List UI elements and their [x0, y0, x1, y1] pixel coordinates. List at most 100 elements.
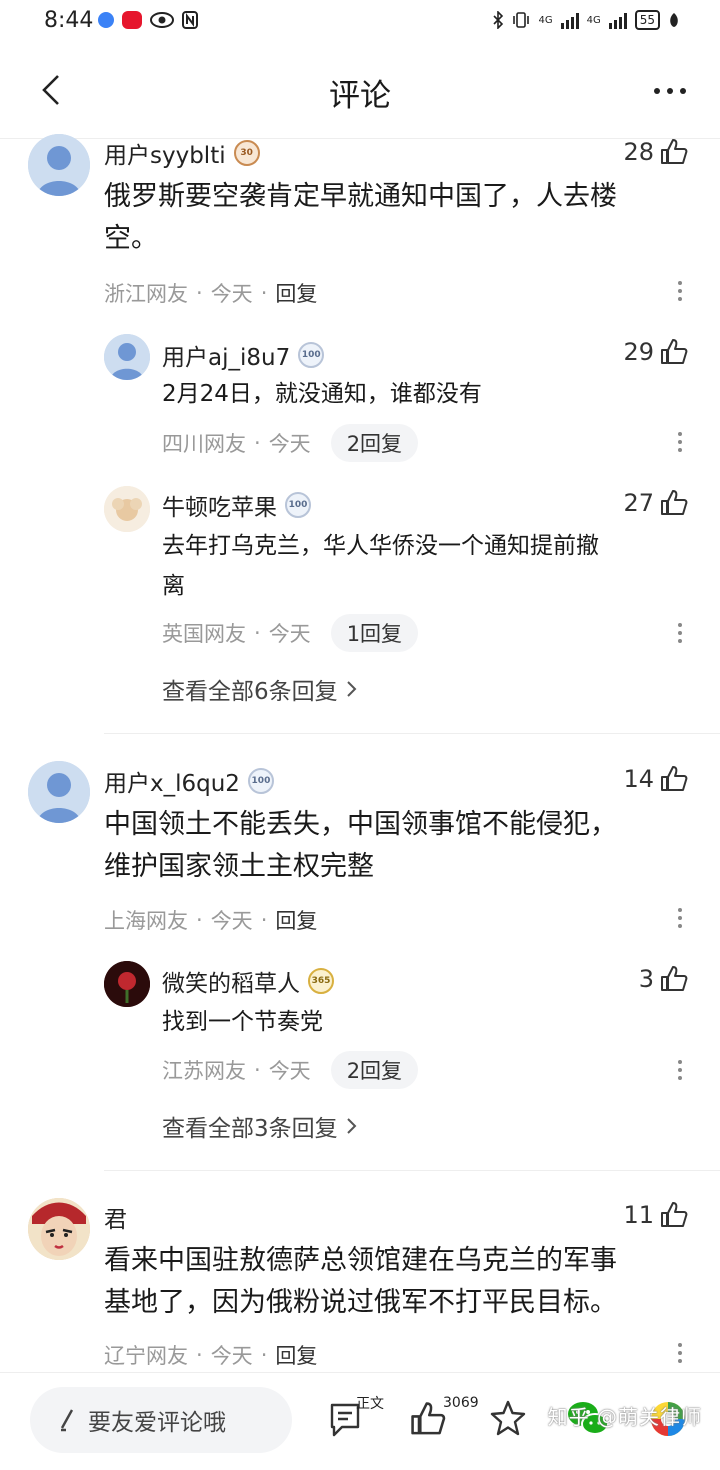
star-icon[interactable]: [489, 1399, 527, 1437]
username[interactable]: 用户x_l6qu2 100: [104, 764, 274, 798]
like-count: 28: [623, 138, 654, 166]
reply-more-icon[interactable]: [678, 1060, 682, 1080]
bluetooth-icon: [493, 11, 504, 29]
view-all-text[interactable]: 查看全部3条回复: [162, 1109, 338, 1143]
comment-more-icon[interactable]: [678, 281, 682, 301]
level-badge: 100: [247, 768, 274, 794]
timestamp: 今天: [210, 909, 253, 933]
location: 四川网友: [162, 432, 246, 456]
username-text[interactable]: 用户syyblti: [104, 136, 226, 170]
reply-meta: 江苏网友 · 今天 2回复: [162, 1051, 419, 1089]
reply-count-button[interactable]: 2回复: [330, 424, 419, 462]
view-all-replies-link[interactable]: 查看全部3条回复: [162, 1109, 358, 1143]
system-status: 4G 4G 55: [492, 10, 680, 30]
like-count: 11: [623, 1201, 654, 1229]
reply-text: 2月24日，就没通知，谁都没有: [162, 381, 482, 407]
reply-meta: 英国网友 · 今天 1回复: [162, 614, 419, 652]
username[interactable]: 微笑的稻草人 365: [162, 964, 334, 998]
reply-count-button[interactable]: 1回复: [330, 614, 419, 652]
comment-input[interactable]: 要友爱评论哦: [30, 1387, 292, 1453]
location: 江苏网友: [162, 1059, 246, 1083]
level-badge: 100: [298, 342, 325, 368]
timestamp: 今天: [210, 282, 253, 306]
timestamp: 今天: [268, 1059, 311, 1083]
avatar[interactable]: [104, 961, 150, 1007]
like-button[interactable]: 14: [623, 765, 688, 793]
username[interactable]: 牛顿吃苹果 100: [162, 488, 311, 522]
avatar[interactable]: [104, 486, 150, 532]
view-all-replies-link[interactable]: 查看全部6条回复: [162, 672, 358, 706]
comment-text-line: 基地了，因为俄粉说过俄军不打平民目标。: [104, 1287, 617, 1318]
comment-text-line: 看来中国驻敖德萨总领馆建在乌克兰的军事: [104, 1245, 617, 1276]
bottom-action-bar: 要友爱评论哦 正文 3069 知乎 @萌关律师: [0, 1372, 720, 1470]
reply-text-line: 去年打乌克兰，华人华侨没一个通知提前撤: [162, 533, 599, 559]
username-text[interactable]: 君: [104, 1200, 127, 1234]
reply-more-icon[interactable]: [678, 623, 682, 643]
reply-button[interactable]: 回复: [275, 1340, 317, 1370]
status-bar: 8:44 4G 4G 55: [0, 0, 720, 44]
article-label: 正文: [356, 1396, 384, 1412]
location: 浙江网友: [104, 282, 188, 306]
comment-more-icon[interactable]: [678, 1343, 682, 1363]
location: 英国网友: [162, 622, 246, 646]
reply-button[interactable]: 回复: [275, 278, 317, 308]
like-article-icon[interactable]: [410, 1399, 446, 1439]
like-button[interactable]: 3: [639, 965, 688, 993]
username-text[interactable]: 用户aj_i8u7: [162, 338, 290, 372]
comment-meta: 浙江网友 · 今天 · 回复: [104, 278, 317, 308]
app-notification-icon: [98, 12, 114, 28]
avatar[interactable]: [104, 334, 150, 380]
username-text[interactable]: 用户x_l6qu2: [104, 764, 240, 798]
eye-icon: [150, 12, 174, 28]
reply-button[interactable]: 回复: [275, 905, 317, 935]
like-button[interactable]: 28: [623, 138, 688, 166]
comment-more-icon[interactable]: [678, 908, 682, 928]
reply-count-button[interactable]: 2回复: [330, 1051, 419, 1089]
thumbs-up-icon: [661, 966, 688, 991]
nfc-icon: [182, 11, 198, 29]
username[interactable]: 君: [104, 1200, 127, 1234]
network-type-2: 4G: [586, 14, 601, 26]
network-type-1: 4G: [538, 14, 553, 26]
location: 上海网友: [104, 909, 188, 933]
like-count: 29: [623, 338, 654, 366]
reply-meta: 四川网友 · 今天 2回复: [162, 424, 419, 462]
pen-icon: [60, 1409, 74, 1432]
avatar[interactable]: [28, 761, 90, 823]
chevron-right-icon: [346, 1118, 357, 1134]
reply-text: 去年打乌克兰，华人华侨没一个通知提前撤 离: [162, 526, 702, 606]
like-button[interactable]: 11: [623, 1201, 688, 1229]
comment-text: 看来中国驻敖德萨总领馆建在乌克兰的军事 基地了，因为俄粉说过俄军不打平民目标。: [104, 1240, 708, 1324]
watermark: 知乎 @萌关律师: [547, 1405, 702, 1429]
divider: [104, 733, 720, 734]
avatar[interactable]: [28, 134, 90, 196]
comment-input-placeholder: 要友爱评论哦: [88, 1410, 226, 1436]
vibrate-icon: [513, 12, 530, 28]
like-count: 27: [623, 489, 654, 517]
comment-text-line: 俄罗斯要空袭肯定早就通知中国了，人去楼: [104, 181, 617, 212]
username-text[interactable]: 牛顿吃苹果: [162, 488, 277, 522]
username-text[interactable]: 微笑的稻草人: [162, 964, 300, 998]
reply-text: 找到一个节奏党: [162, 1009, 323, 1035]
username[interactable]: 用户syyblti 30: [104, 136, 260, 170]
comment-text-line: 空。: [104, 223, 158, 254]
weibo-icon: [122, 11, 142, 29]
status-time: 8:44: [44, 8, 94, 33]
avatar[interactable]: [28, 1198, 90, 1260]
like-button[interactable]: 27: [623, 489, 688, 517]
article-like-count: 3069: [443, 1395, 479, 1411]
username[interactable]: 用户aj_i8u7 100: [162, 338, 325, 372]
comment-text-line: 维护国家领土主权完整: [104, 851, 374, 882]
chevron-right-icon: [346, 681, 357, 697]
timestamp: 今天: [268, 622, 311, 646]
thumbs-up-icon: [661, 490, 688, 515]
divider: [104, 1170, 720, 1171]
like-button[interactable]: 29: [623, 338, 688, 366]
battery-indicator: 55: [634, 10, 660, 30]
location: 辽宁网友: [104, 1344, 188, 1368]
reply-more-icon[interactable]: [678, 432, 682, 452]
notification-icons: [98, 11, 198, 29]
more-options-icon[interactable]: [654, 88, 686, 94]
signal-icon: [560, 11, 579, 29]
view-all-text[interactable]: 查看全部6条回复: [162, 672, 338, 706]
